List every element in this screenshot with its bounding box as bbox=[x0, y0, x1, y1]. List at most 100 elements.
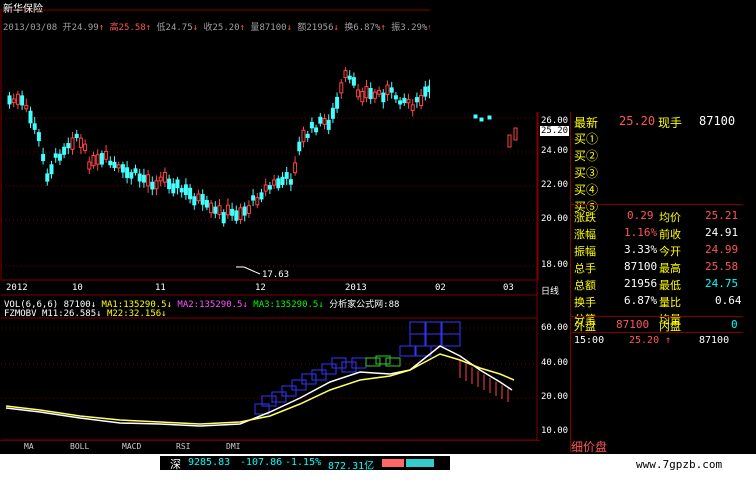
candle-body bbox=[343, 69, 348, 79]
quote-label: 涨跌 bbox=[574, 211, 596, 224]
candle-body bbox=[200, 194, 205, 205]
ind-m11: M11:26.585 bbox=[41, 309, 97, 319]
candle-body bbox=[259, 192, 264, 200]
obv-box bbox=[301, 373, 317, 385]
candle-body bbox=[385, 84, 390, 96]
candle-body bbox=[74, 133, 79, 139]
candle-body bbox=[179, 188, 184, 193]
obv-box bbox=[441, 333, 461, 347]
quote-value: 24.99 bbox=[705, 243, 739, 256]
vol-ma3: MA3:135290.5 bbox=[253, 300, 319, 310]
candle-body bbox=[192, 196, 197, 206]
obv-box bbox=[375, 355, 391, 365]
candle-body bbox=[15, 93, 20, 105]
candle-body bbox=[116, 164, 121, 169]
candle-body bbox=[318, 116, 323, 124]
price-grid bbox=[1, 117, 537, 399]
buy-1: 买① bbox=[574, 132, 599, 146]
detail-tab[interactable]: 细价盘 bbox=[571, 438, 631, 454]
ohlc-info-line: 2013/03/08 开24.99↑ 高25.58↑ 低24.75↓ 收25.2… bbox=[3, 20, 447, 33]
candle-body bbox=[389, 87, 394, 93]
quote-label: 总手 bbox=[574, 262, 596, 275]
tab-macd[interactable]: MACD bbox=[122, 442, 141, 451]
candle-body bbox=[322, 118, 327, 125]
price-tick-18: 18.00 bbox=[541, 260, 569, 270]
candle-body bbox=[272, 179, 277, 186]
indicator-tabs: MA BOLL MACD RSI DMI bbox=[0, 440, 540, 455]
quote-value: 6.87% bbox=[624, 294, 658, 307]
tab-dmi[interactable]: DMI bbox=[226, 442, 240, 451]
candle-body bbox=[66, 143, 71, 149]
quote-value: 24.75 bbox=[705, 277, 739, 290]
watermark: www.7gpzb.com bbox=[636, 458, 723, 471]
tab-boll[interactable]: BOLL bbox=[70, 442, 89, 451]
candle-body bbox=[381, 92, 386, 103]
info-high-label: 高 bbox=[109, 23, 119, 33]
obv-box bbox=[321, 363, 337, 375]
candle-body bbox=[364, 86, 369, 99]
quote-newest: 25.20 bbox=[619, 114, 656, 128]
candle-body bbox=[133, 168, 138, 173]
candle-body bbox=[204, 199, 209, 208]
fzmobv-indicator-line: FZMOBV M11:26.585↓ M22:32.156↓ bbox=[4, 309, 167, 319]
candle-body bbox=[162, 171, 167, 183]
index-bar: 深 9285.83 -107.86 -1.15% 872.31亿 bbox=[160, 456, 450, 472]
quote-label: 涨幅 bbox=[574, 228, 596, 241]
tick-vol: 87100 bbox=[699, 335, 730, 346]
quote-label: 最低 bbox=[659, 279, 681, 292]
candle-body bbox=[95, 154, 100, 165]
tab-ma[interactable]: MA bbox=[24, 442, 34, 451]
stock-name: 新华保险 bbox=[3, 4, 43, 15]
vol-ma2: MA2:135290.5 bbox=[177, 300, 243, 310]
candle-body bbox=[288, 179, 293, 185]
candle-body bbox=[423, 86, 428, 97]
info-amt: 21956 bbox=[306, 23, 334, 33]
info-open-label: 开 bbox=[62, 23, 72, 33]
info-turn-label: 换 bbox=[344, 23, 354, 33]
period-label[interactable]: 日线 bbox=[541, 284, 559, 297]
candle-body bbox=[377, 89, 382, 95]
candle-body bbox=[45, 173, 50, 182]
date-tick-11: 11 bbox=[155, 283, 166, 293]
quote-value: 87100 bbox=[624, 260, 658, 273]
candle-body bbox=[414, 97, 419, 103]
candle-body bbox=[221, 212, 226, 224]
candle-body bbox=[120, 164, 125, 173]
price-tick-26: 26.00 bbox=[541, 116, 569, 126]
candle-body bbox=[513, 127, 518, 141]
candle-body bbox=[347, 75, 352, 80]
candle-body bbox=[175, 179, 180, 189]
candle-body bbox=[251, 195, 256, 201]
info-vol: 87100 bbox=[259, 23, 287, 33]
obv-box bbox=[365, 357, 381, 367]
index-name: 深 bbox=[170, 458, 181, 471]
candle-body bbox=[137, 173, 142, 182]
date-tick-03: 03 bbox=[503, 283, 514, 293]
candle-body bbox=[104, 150, 109, 160]
buy-3: 买③ bbox=[574, 166, 599, 180]
candle-body bbox=[154, 180, 159, 190]
obv-boxes bbox=[254, 321, 509, 415]
candle-body bbox=[20, 95, 25, 106]
obv-box bbox=[409, 333, 427, 347]
candle-body bbox=[146, 174, 151, 187]
index-change: -107.86 bbox=[240, 457, 283, 468]
candle-body bbox=[398, 100, 403, 105]
up-down-bar-red bbox=[382, 459, 404, 467]
quote-label: 换手 bbox=[574, 296, 596, 309]
candle-body bbox=[263, 184, 268, 192]
low-marker-label: 17.63 bbox=[262, 270, 290, 280]
buy-4: 买④ bbox=[574, 183, 599, 197]
obv-box bbox=[311, 369, 327, 381]
quote-label: 均价 bbox=[659, 211, 681, 224]
candle-body bbox=[393, 95, 398, 100]
tab-rsi[interactable]: RSI bbox=[176, 442, 190, 451]
candle-body bbox=[351, 77, 356, 86]
candle-body bbox=[330, 107, 335, 119]
obv-box bbox=[385, 357, 401, 367]
quote-hand: 87100 bbox=[699, 114, 736, 128]
date-tick-2012: 2012 bbox=[6, 283, 28, 293]
tick-time: 15:00 bbox=[574, 335, 605, 346]
candle-body bbox=[217, 205, 222, 215]
quote-stats: 涨跌 0.29 均价 25.21 涨幅 1.16% 前收 24.91 振幅 3.… bbox=[571, 204, 743, 326]
